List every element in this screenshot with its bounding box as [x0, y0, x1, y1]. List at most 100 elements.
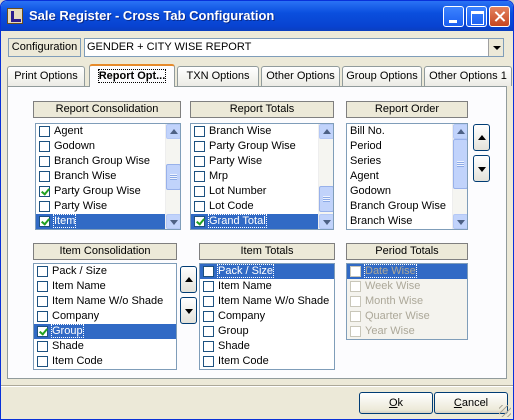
report-totals-list[interactable]: Branch Wise Party Group Wise Party Wise Mrp… — [190, 123, 334, 230]
report-consolidation-item[interactable]: Branch Group Wise — [36, 154, 180, 169]
report-order-list[interactable]: Bill No. Period Series Agent Godown Branch Gr… — [346, 123, 468, 230]
checkbox[interactable] — [203, 356, 214, 367]
chevron-down-icon[interactable] — [488, 39, 503, 56]
item-totals-item[interactable]: Company — [200, 309, 334, 324]
checkbox[interactable] — [350, 281, 361, 292]
period-totals-item[interactable]: Week Wise — [347, 279, 467, 294]
scroll-down-icon[interactable] — [319, 214, 333, 229]
report-order-item[interactable]: Party Group Wise — [347, 229, 467, 230]
checkbox[interactable] — [203, 326, 214, 337]
report-totals-item[interactable]: Lot Number — [191, 184, 333, 199]
checkbox[interactable] — [37, 281, 48, 292]
checkbox[interactable] — [194, 141, 205, 152]
checkbox[interactable] — [39, 141, 50, 152]
scroll-thumb[interactable] — [453, 139, 467, 189]
report-totals-item[interactable]: Mrp — [191, 169, 333, 184]
checkbox[interactable] — [39, 171, 50, 182]
scroll-down-icon[interactable] — [453, 214, 467, 229]
item-consolidation-item[interactable]: Group — [34, 324, 176, 339]
move-down-button[interactable] — [473, 155, 490, 182]
report-consolidation-item[interactable]: Party Group Wise — [36, 184, 180, 199]
checkbox[interactable] — [194, 126, 205, 137]
report-consolidation-item[interactable]: Branch Wise — [36, 169, 180, 184]
report-order-item[interactable]: Series — [347, 154, 467, 169]
period-totals-item[interactable]: Year Wise — [347, 324, 467, 339]
period-totals-item[interactable]: Month Wise — [347, 294, 467, 309]
item-consolidation-item[interactable]: Pack / Size — [34, 264, 176, 279]
report-order-item[interactable]: Branch Wise — [347, 214, 467, 229]
checkbox[interactable] — [350, 266, 361, 277]
checkbox[interactable] — [37, 341, 48, 352]
item-totals-item[interactable]: Item Name — [200, 279, 334, 294]
report-order-item[interactable]: Branch Group Wise — [347, 199, 467, 214]
checkbox[interactable] — [350, 296, 361, 307]
scroll-down-icon[interactable] — [166, 214, 180, 229]
checkbox[interactable] — [350, 311, 361, 322]
cancel-button[interactable]: Cancel — [434, 392, 508, 414]
report-consolidation-list[interactable]: Agent Godown Branch Group Wise Branch Wise P… — [35, 123, 181, 230]
checkbox[interactable] — [203, 296, 214, 307]
checkbox[interactable] — [39, 126, 50, 137]
tab-other-options[interactable]: Other Options — [261, 66, 340, 86]
item-totals-item[interactable]: Item Code — [200, 354, 334, 369]
checkbox[interactable] — [203, 266, 214, 277]
report-consolidation-item[interactable]: Agent — [36, 124, 180, 139]
scroll-up-icon[interactable] — [319, 124, 333, 139]
close-button[interactable] — [489, 6, 510, 27]
report-consolidation-item[interactable]: Item — [36, 214, 180, 229]
checkbox[interactable] — [203, 281, 214, 292]
report-order-item[interactable]: Bill No. — [347, 124, 467, 139]
scroll-up-icon[interactable] — [453, 124, 467, 139]
checkbox[interactable] — [203, 311, 214, 322]
report-totals-item[interactable]: Branch Wise — [191, 124, 333, 139]
maximize-button[interactable] — [466, 6, 487, 27]
checkbox[interactable] — [194, 171, 205, 182]
tab-group-options[interactable]: Group Options — [342, 66, 422, 86]
report-totals-item[interactable]: Lot Code — [191, 199, 333, 214]
report-totals-scrollbar[interactable] — [318, 124, 333, 229]
item-consolidation-list[interactable]: Pack / Size Item Name Item Name W/o Shade C… — [33, 263, 177, 370]
configuration-select[interactable]: GENDER + CITY WISE REPORT — [84, 38, 504, 57]
item-totals-item[interactable]: Group — [200, 324, 334, 339]
checkbox[interactable] — [39, 186, 50, 197]
item-move-up-button[interactable] — [180, 266, 197, 293]
scroll-up-icon[interactable] — [166, 124, 180, 139]
checkbox[interactable] — [194, 216, 205, 227]
tab-other-options-1[interactable]: Other Options 1 — [424, 66, 512, 86]
report-order-item[interactable]: Agent — [347, 169, 467, 184]
checkbox[interactable] — [350, 326, 361, 337]
report-consolidation-item[interactable]: Party Wise — [36, 199, 180, 214]
item-totals-item[interactable]: Pack / Size — [200, 264, 334, 279]
report-totals-item[interactable]: Grand Total — [191, 214, 333, 229]
minimize-button[interactable] — [443, 6, 464, 27]
report-consolidation-scrollbar[interactable] — [165, 124, 180, 229]
checkbox[interactable] — [39, 156, 50, 167]
item-consolidation-item[interactable]: Shade — [34, 339, 176, 354]
item-totals-item[interactable]: Shade — [200, 339, 334, 354]
scroll-thumb[interactable] — [319, 186, 333, 212]
report-totals-item[interactable]: Party Group Wise — [191, 139, 333, 154]
checkbox[interactable] — [37, 326, 48, 337]
checkbox[interactable] — [39, 201, 50, 212]
period-totals-item[interactable]: Date Wise — [347, 264, 467, 279]
period-totals-item[interactable]: Quarter Wise — [347, 309, 467, 324]
checkbox[interactable] — [37, 311, 48, 322]
scroll-thumb[interactable] — [166, 164, 180, 190]
item-totals-item[interactable]: Item Name W/o Shade — [200, 294, 334, 309]
move-up-button[interactable] — [473, 124, 490, 151]
checkbox[interactable] — [39, 216, 50, 227]
report-order-item[interactable]: Period — [347, 139, 467, 154]
checkbox[interactable] — [194, 186, 205, 197]
item-move-down-button[interactable] — [180, 297, 197, 324]
checkbox[interactable] — [194, 156, 205, 167]
item-consolidation-item[interactable]: Item Code — [34, 354, 176, 369]
resize-grip-icon[interactable] — [499, 405, 511, 417]
checkbox[interactable] — [37, 266, 48, 277]
ok-button[interactable]: Ok — [359, 392, 433, 414]
item-consolidation-item[interactable]: Company — [34, 309, 176, 324]
item-consolidation-item[interactable]: Item Name W/o Shade — [34, 294, 176, 309]
checkbox[interactable] — [37, 356, 48, 367]
checkbox[interactable] — [37, 296, 48, 307]
tab-report-options[interactable]: Report Opt... — [89, 64, 175, 87]
checkbox[interactable] — [203, 341, 214, 352]
